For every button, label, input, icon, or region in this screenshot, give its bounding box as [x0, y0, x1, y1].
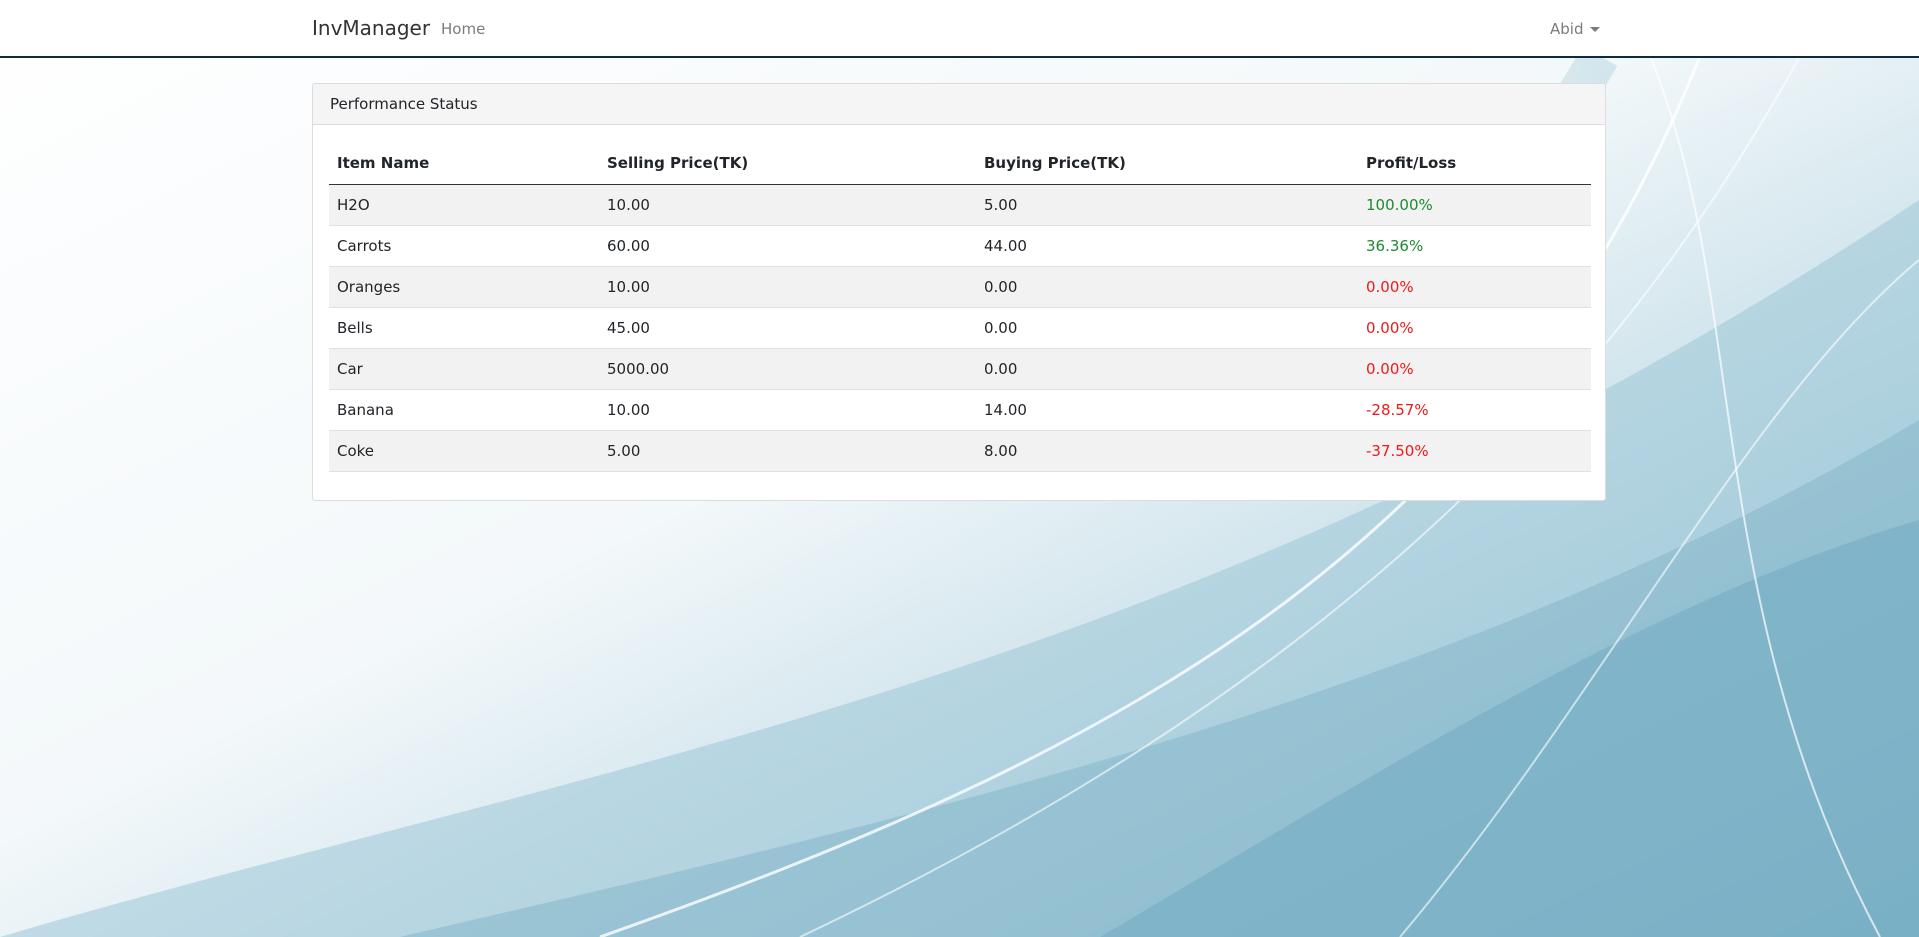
buying-price-cell: 0.00	[976, 266, 1358, 308]
profit-loss-cell: 100.00%	[1358, 184, 1591, 226]
table-row: Coke 5.00 8.00 -37.50%	[329, 430, 1591, 472]
selling-price-cell: 45.00	[599, 307, 976, 349]
performance-table: Item Name Selling Price(TK) Buying Price…	[329, 142, 1591, 472]
selling-price-cell: 5.00	[599, 430, 976, 472]
performance-card: Performance Status Item Name Selling Pri…	[312, 83, 1606, 501]
table-container: Item Name Selling Price(TK) Buying Price…	[329, 142, 1591, 472]
item-name-cell: H2O	[329, 184, 599, 226]
selling-price-cell: 10.00	[599, 184, 976, 226]
column-header: Profit/Loss	[1358, 142, 1591, 185]
card-title: Performance Status	[313, 84, 1605, 125]
item-name-cell: Car	[329, 348, 599, 390]
profit-loss-cell: 0.00%	[1358, 266, 1591, 308]
top-navbar: InvManager Home Abid	[0, 0, 1919, 58]
buying-price-cell: 5.00	[976, 184, 1358, 226]
table-row: Carrots 60.00 44.00 36.36%	[329, 225, 1591, 267]
nav-link-home[interactable]: Home	[441, 19, 485, 39]
item-name-cell: Coke	[329, 430, 599, 472]
table-row: Banana 10.00 14.00 -28.57%	[329, 389, 1591, 431]
selling-price-cell: 5000.00	[599, 348, 976, 390]
item-name-cell: Banana	[329, 389, 599, 431]
buying-price-cell: 8.00	[976, 430, 1358, 472]
table-row: H2O 10.00 5.00 100.00%	[329, 184, 1591, 226]
column-header: Buying Price(TK)	[976, 142, 1358, 185]
column-header: Item Name	[329, 142, 599, 185]
profit-loss-cell: 0.00%	[1358, 307, 1591, 349]
buying-price-cell: 14.00	[976, 389, 1358, 431]
profit-loss-cell: -37.50%	[1358, 430, 1591, 472]
brand-link[interactable]: InvManager	[312, 16, 430, 40]
table-row: Oranges 10.00 0.00 0.00%	[329, 266, 1591, 308]
table-row: Car 5000.00 0.00 0.00%	[329, 348, 1591, 390]
profit-loss-cell: 0.00%	[1358, 348, 1591, 390]
item-name-cell: Bells	[329, 307, 599, 349]
buying-price-cell: 0.00	[976, 348, 1358, 390]
user-name: Abid	[1550, 20, 1584, 38]
buying-price-cell: 0.00	[976, 307, 1358, 349]
item-name-cell: Oranges	[329, 266, 599, 308]
profit-loss-cell: 36.36%	[1358, 225, 1591, 267]
selling-price-cell: 60.00	[599, 225, 976, 267]
table-row: Bells 45.00 0.00 0.00%	[329, 307, 1591, 349]
user-dropdown[interactable]: Abid	[1550, 19, 1601, 39]
column-header: Selling Price(TK)	[599, 142, 976, 185]
profit-loss-cell: -28.57%	[1358, 389, 1591, 431]
buying-price-cell: 44.00	[976, 225, 1358, 267]
table-header-row: Item Name Selling Price(TK) Buying Price…	[329, 142, 1591, 185]
caret-down-icon	[1590, 27, 1601, 32]
selling-price-cell: 10.00	[599, 389, 976, 431]
item-name-cell: Carrots	[329, 225, 599, 267]
selling-price-cell: 10.00	[599, 266, 976, 308]
